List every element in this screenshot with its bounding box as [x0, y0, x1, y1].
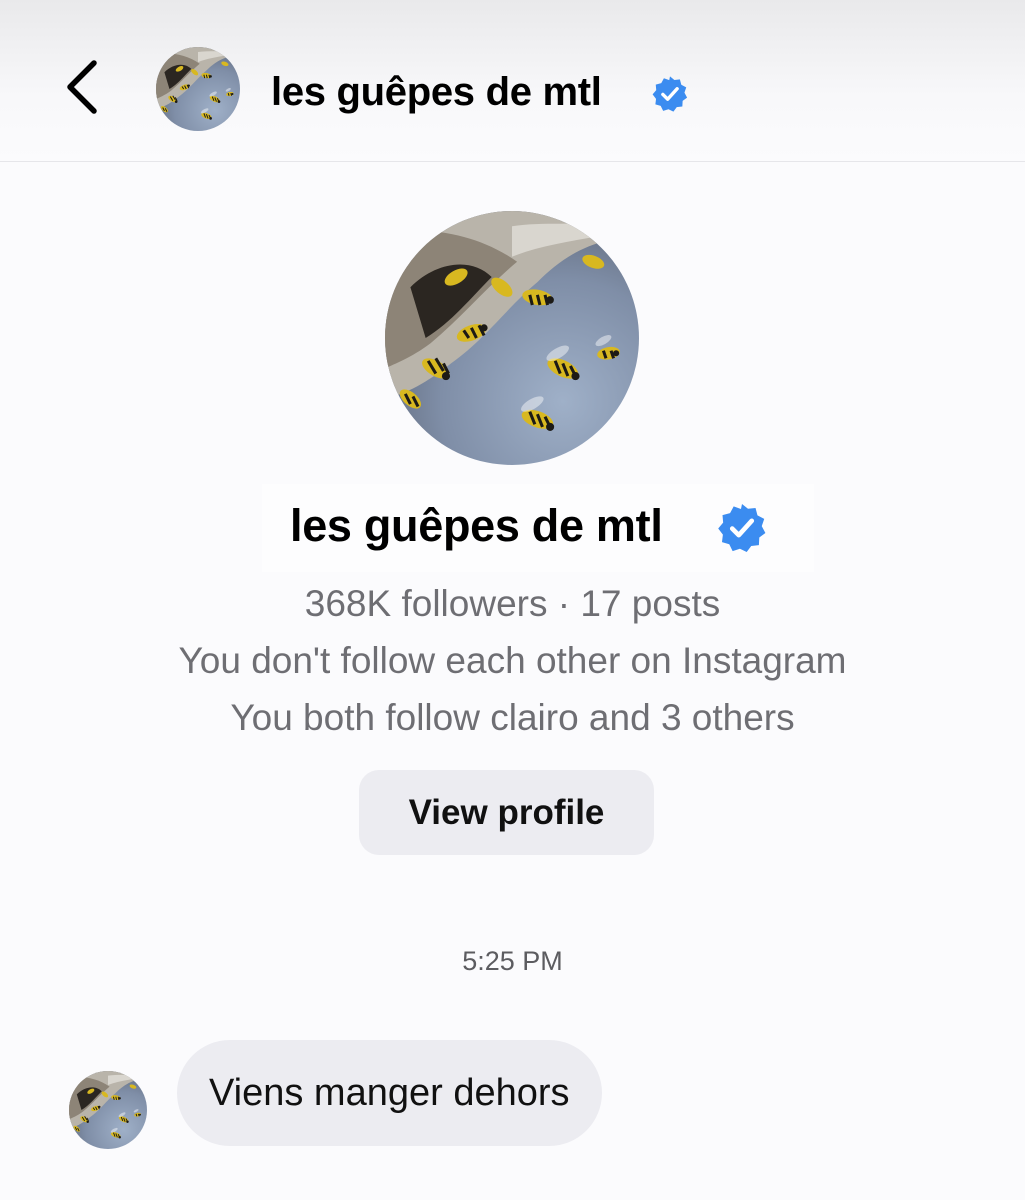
profile-avatar[interactable]	[385, 211, 639, 465]
mutual-followers-text: You both follow clairo and 3 others	[230, 697, 795, 738]
profile-username: les guêpes de mtl	[290, 500, 663, 551]
message-timestamp: 5:25 PM	[462, 946, 563, 976]
follow-status-text: You don't follow each other on Instagram	[178, 640, 847, 681]
view-profile-button[interactable]: View profile	[359, 770, 654, 855]
message-sender-avatar[interactable]	[69, 1071, 147, 1149]
header-username[interactable]: les guêpes de mtl	[271, 64, 602, 120]
verified-badge-icon	[716, 502, 768, 554]
header-avatar[interactable]	[156, 47, 240, 131]
message-bubble[interactable]: Viens manger dehors	[177, 1040, 602, 1146]
verified-badge-icon	[651, 75, 689, 113]
chevron-left-icon	[67, 60, 97, 114]
back-button[interactable]	[58, 55, 108, 119]
followers-posts-count: 368K followers · 17 posts	[304, 583, 721, 624]
chat-header: les guêpes de mtl	[0, 0, 1025, 162]
